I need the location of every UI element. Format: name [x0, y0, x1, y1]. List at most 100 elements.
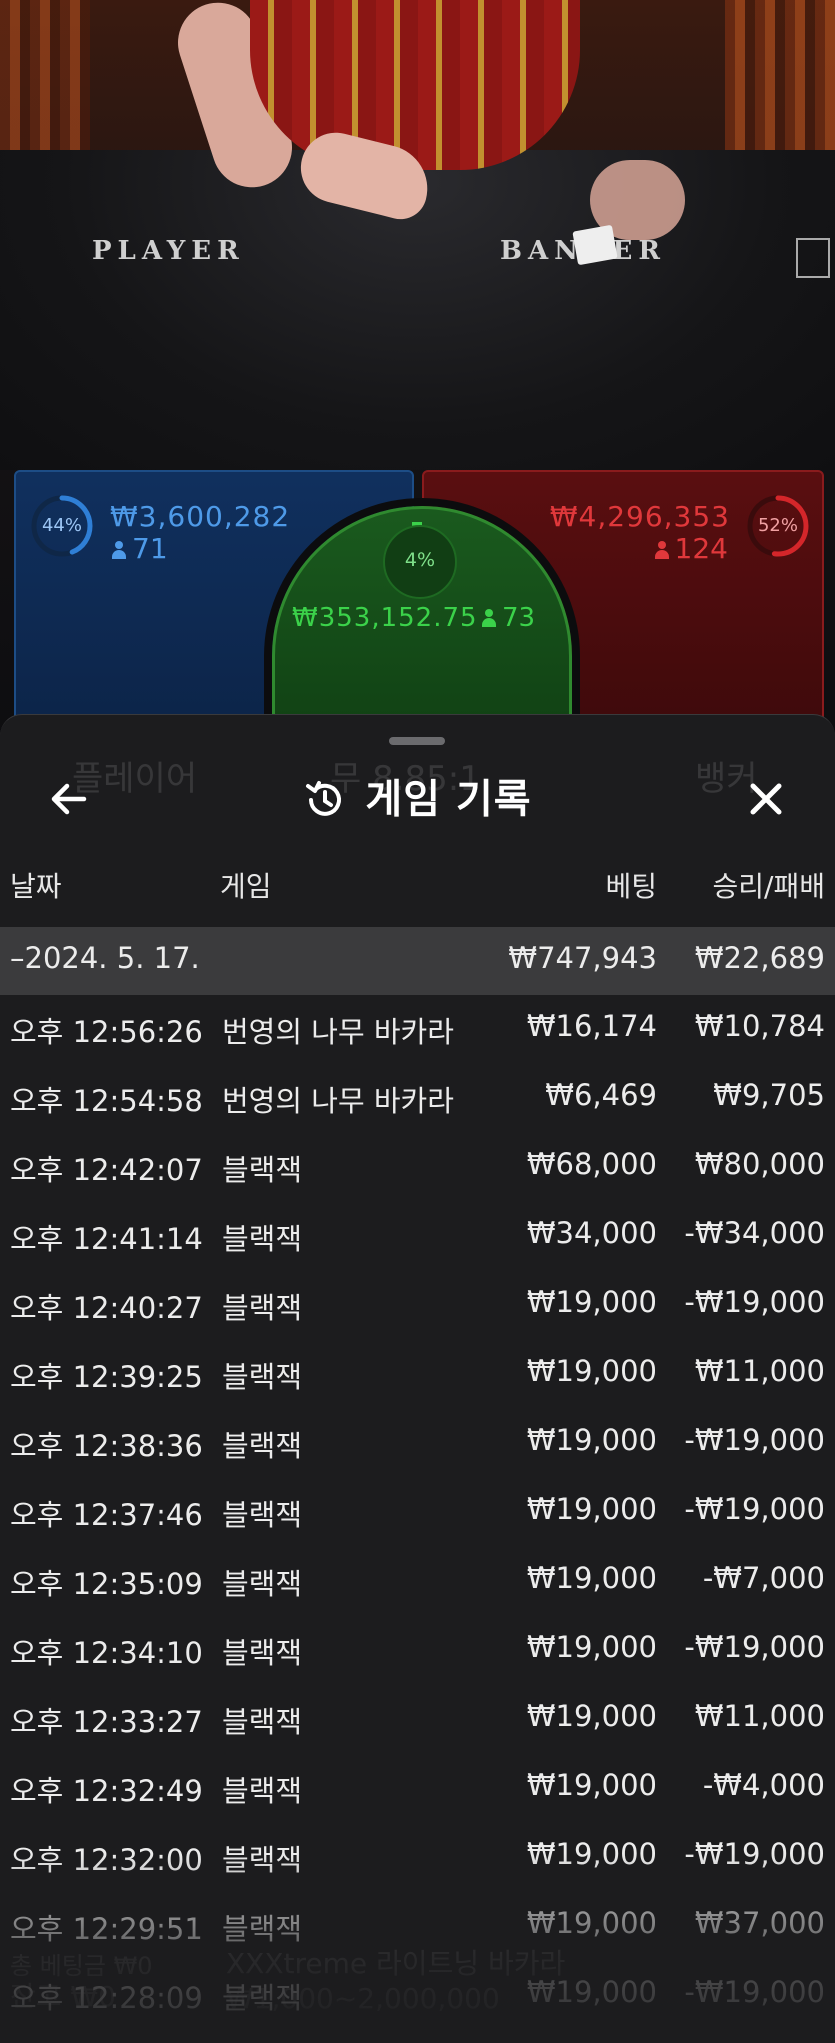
row-time: 오후 12:35:09 — [10, 1567, 203, 1601]
total-bet-label: 총 베팅금 ₩0 — [10, 1952, 153, 1980]
balance-label: 잔고 ₩0 — [10, 1980, 116, 2013]
header-date: 날짜 — [10, 870, 62, 903]
row-bet: ₩6,469 — [545, 1078, 657, 1112]
row-result: -₩19,000 — [684, 1837, 825, 1871]
history-row[interactable]: 오후 12:40:27 블랙잭 ₩19,000 -₩19,000 — [0, 1271, 835, 1340]
history-row[interactable]: 오후 12:34:10 블랙잭 ₩19,000 -₩19,000 — [0, 1616, 835, 1685]
player-percent: 44% — [41, 515, 82, 536]
row-result: ₩37,000 — [694, 1906, 825, 1940]
row-bet: ₩19,000 — [526, 1354, 657, 1388]
banker-percent: 52% — [757, 515, 798, 536]
player-percent-ring: 44% — [30, 494, 94, 558]
close-button[interactable] — [736, 769, 796, 829]
row-game: 블랙잭 — [222, 1636, 303, 1670]
history-row[interactable]: 오후 12:56:26 번영의 나무 바카라 ₩16,174 ₩10,784 — [0, 995, 835, 1064]
history-row[interactable]: 오후 12:41:14 블랙잭 ₩34,000 -₩34,000 — [0, 1202, 835, 1271]
row-time: 오후 12:42:07 — [10, 1153, 203, 1187]
row-bet: ₩34,000 — [526, 1216, 657, 1250]
row-game: 번영의 나무 바카라 — [222, 1015, 454, 1049]
row-result: ₩11,000 — [694, 1354, 825, 1388]
row-time: 오후 12:37:46 — [10, 1498, 203, 1532]
row-bet: ₩19,000 — [526, 1492, 657, 1526]
row-game: 블랙잭 — [222, 1360, 303, 1394]
date-group-row[interactable]: –2024. 5. 17. ₩747,943 ₩22,689 — [0, 927, 835, 995]
player-area-label: PLAYER — [92, 236, 245, 266]
row-time: 오후 12:41:14 — [10, 1222, 203, 1256]
history-row[interactable]: 오후 12:35:09 블랙잭 ₩19,000 -₩7,000 — [0, 1547, 835, 1616]
row-result: -₩19,000 — [684, 1423, 825, 1457]
game-history-sheet: 플레이어 무 8.85:1 뱅커 게임 기록 날짜 게임 베팅 승리/패배 –2… — [0, 714, 835, 2043]
history-row[interactable]: 오후 12:32:49 블랙잭 ₩19,000 -₩4,000 — [0, 1754, 835, 1823]
row-result: -₩34,000 — [684, 1216, 825, 1250]
card-shoe — [796, 238, 830, 278]
row-time: 오후 12:29:51 — [10, 1912, 203, 1946]
row-result: ₩9,705 — [713, 1078, 825, 1112]
tie-bet-total: ₩353,152.75 — [292, 603, 478, 633]
dealer — [250, 0, 580, 170]
history-list[interactable]: –2024. 5. 17. ₩747,943 ₩22,689 오후 12:56:… — [0, 927, 835, 2030]
footer-game-limits: XXXtreme 라이트닝 바카라 ₩1,000~2,000,000 — [226, 1947, 566, 2015]
person-icon — [112, 541, 126, 559]
row-game: 블랙잭 — [222, 1774, 303, 1808]
background-curtain — [0, 0, 90, 150]
history-row[interactable]: 오후 12:54:58 번영의 나무 바카라 ₩6,469 ₩9,705 — [0, 1064, 835, 1133]
row-bet: ₩16,174 — [526, 1009, 657, 1043]
player-count: 71 — [112, 532, 168, 565]
history-row[interactable]: 오후 12:42:07 블랙잭 ₩68,000 ₩80,000 — [0, 1133, 835, 1202]
row-time: 오후 12:32:49 — [10, 1774, 203, 1808]
history-row[interactable]: 오후 12:37:46 블랙잭 ₩19,000 -₩19,000 — [0, 1478, 835, 1547]
header-result: 승리/패배 — [712, 870, 825, 903]
history-row[interactable]: 오후 12:33:27 블랙잭 ₩19,000 ₩11,000 — [0, 1685, 835, 1754]
row-bet: ₩19,000 — [526, 1561, 657, 1595]
row-game: 블랙잭 — [222, 1567, 303, 1601]
row-time: 오후 12:40:27 — [10, 1291, 203, 1325]
row-result: ₩80,000 — [694, 1147, 825, 1181]
history-row[interactable]: 오후 12:39:25 블랙잭 ₩19,000 ₩11,000 — [0, 1340, 835, 1409]
sheet-drag-handle[interactable] — [389, 737, 445, 745]
banker-percent-ring: 52% — [746, 494, 810, 558]
tie-count: 73 — [482, 603, 535, 633]
row-bet: ₩19,000 — [526, 1699, 657, 1733]
header-game: 게임 — [220, 870, 272, 903]
tie-percent: 4% — [383, 525, 457, 599]
header-bet: 베팅 — [605, 870, 657, 903]
banker-count: 124 — [654, 532, 728, 565]
row-game: 블랙잭 — [222, 1843, 303, 1877]
row-time: 오후 12:33:27 — [10, 1705, 203, 1739]
row-game: 블랙잭 — [222, 1222, 303, 1256]
playing-card — [572, 224, 618, 266]
history-row[interactable]: 오후 12:32:00 블랙잭 ₩19,000 -₩19,000 — [0, 1823, 835, 1892]
row-bet: ₩19,000 — [526, 1285, 657, 1319]
date-group-result: ₩22,689 — [694, 941, 825, 975]
date-group-label: –2024. 5. 17. — [10, 941, 200, 975]
row-time: 오후 12:39:25 — [10, 1360, 203, 1394]
sheet-header: 게임 기록 — [0, 771, 835, 827]
row-result: -₩4,000 — [702, 1768, 825, 1802]
row-result: ₩11,000 — [694, 1699, 825, 1733]
date-group-bet: ₩747,943 — [508, 941, 657, 975]
row-result: -₩19,000 — [684, 1630, 825, 1664]
row-time: 오후 12:38:36 — [10, 1429, 203, 1463]
banker-bet-total: ₩4,296,353 — [549, 500, 730, 533]
close-icon — [750, 783, 782, 815]
row-result: ₩10,784 — [694, 1009, 825, 1043]
row-bet: ₩19,000 — [526, 1906, 657, 1940]
background-curtain — [725, 0, 835, 150]
player-bet-total: ₩3,600,282 — [110, 500, 291, 533]
row-bet: ₩19,000 — [526, 1423, 657, 1457]
row-bet: ₩19,000 — [526, 1630, 657, 1664]
row-game: 번영의 나무 바카라 — [222, 1084, 454, 1118]
table-header: 날짜 게임 베팅 승리/패배 — [0, 865, 835, 905]
history-row[interactable]: 오후 12:38:36 블랙잭 ₩19,000 -₩19,000 — [0, 1409, 835, 1478]
row-time: 오후 12:32:00 — [10, 1843, 203, 1877]
person-icon — [654, 541, 669, 559]
row-bet: ₩68,000 — [526, 1147, 657, 1181]
person-icon — [482, 609, 496, 627]
row-time: 오후 12:54:58 — [10, 1084, 203, 1118]
row-bet: ₩19,000 — [526, 1837, 657, 1871]
row-game: 블랙잭 — [222, 1153, 303, 1187]
row-game: 블랙잭 — [222, 1291, 303, 1325]
row-game: 블랙잭 — [222, 1498, 303, 1532]
sheet-title: 게임 기록 — [365, 776, 532, 823]
row-result: -₩19,000 — [684, 1492, 825, 1526]
